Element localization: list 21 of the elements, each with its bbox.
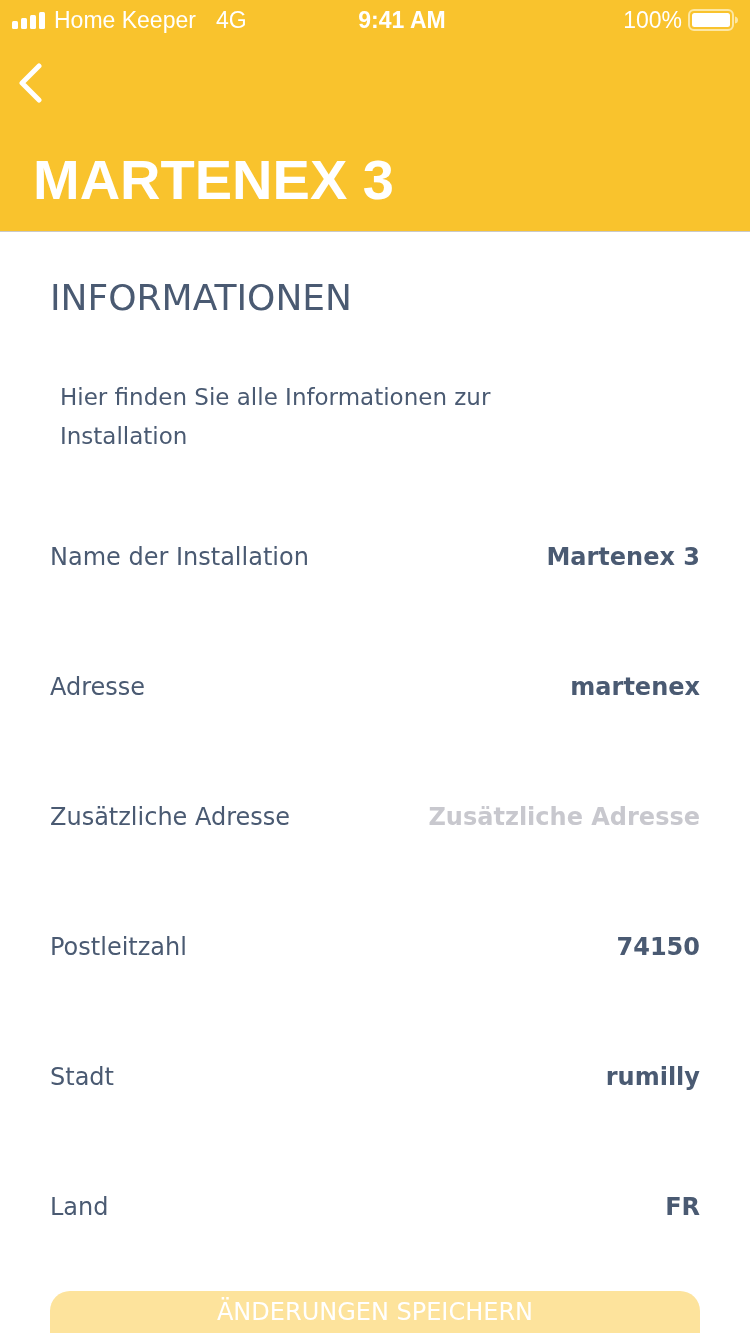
battery-icon: [688, 9, 738, 31]
field-label: Land: [50, 1192, 109, 1223]
section-description: Hier finden Sie alle Informationen zur Installation: [60, 383, 492, 451]
section-title: INFORMATIONEN: [50, 276, 353, 320]
carrier-name: Home Keeper: [54, 5, 196, 35]
field-label: Postleitzahl: [50, 932, 187, 963]
text-input-field[interactable]: rumilly: [370, 1061, 700, 1093]
field-label: Name der Installation: [50, 542, 309, 573]
field-label: Stadt: [50, 1062, 114, 1093]
clock-time: 9:41 AM: [357, 5, 447, 35]
back-chevron-icon: [17, 63, 43, 103]
field-label: Adresse: [50, 672, 146, 703]
text-input-field[interactable]: FR: [370, 1191, 700, 1223]
signal-strength-icon: [12, 11, 46, 29]
page-title: MARTENEX 3: [33, 148, 394, 212]
battery-percentage: 100%: [623, 5, 682, 35]
network-type: 4G: [215, 5, 247, 35]
text-input-field[interactable]: martenex: [370, 671, 700, 703]
text-input-field[interactable]: Martenex 3: [370, 541, 700, 573]
text-input-field[interactable]: 74150: [370, 931, 700, 963]
field-label: Zusätzliche Adresse: [50, 802, 291, 833]
